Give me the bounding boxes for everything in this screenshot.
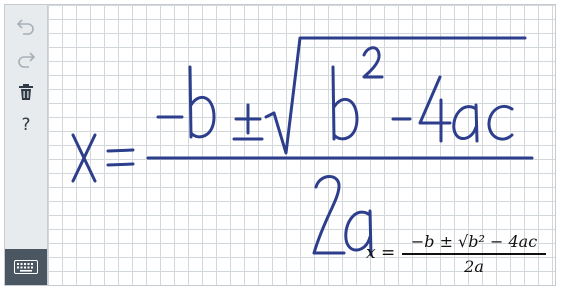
handwriting-canvas[interactable]: x = −b ± √b² − 4ac 2a: [48, 5, 555, 285]
math-input-panel: ? x = −b ± √b² − 4ac 2a: [4, 4, 556, 286]
keyboard-icon: [14, 260, 38, 274]
redo-button[interactable]: [5, 44, 47, 74]
formula-denominator: 2a: [464, 256, 484, 276]
undo-icon: [16, 19, 34, 35]
undo-button[interactable]: [5, 11, 47, 41]
formula-fraction: −b ± √b² − 4ac 2a: [402, 231, 546, 277]
clear-button[interactable]: [5, 77, 47, 107]
redo-icon: [18, 52, 36, 68]
formula-lhs: x =: [366, 243, 396, 263]
trash-icon: [19, 84, 33, 100]
keyboard-button[interactable]: [5, 249, 47, 285]
help-button[interactable]: ?: [5, 110, 47, 140]
toolbar: ?: [5, 5, 48, 285]
help-icon: ?: [21, 115, 31, 135]
formula-numerator: −b ± √b² − 4ac: [410, 232, 538, 251]
fraction-bar: [402, 253, 546, 255]
